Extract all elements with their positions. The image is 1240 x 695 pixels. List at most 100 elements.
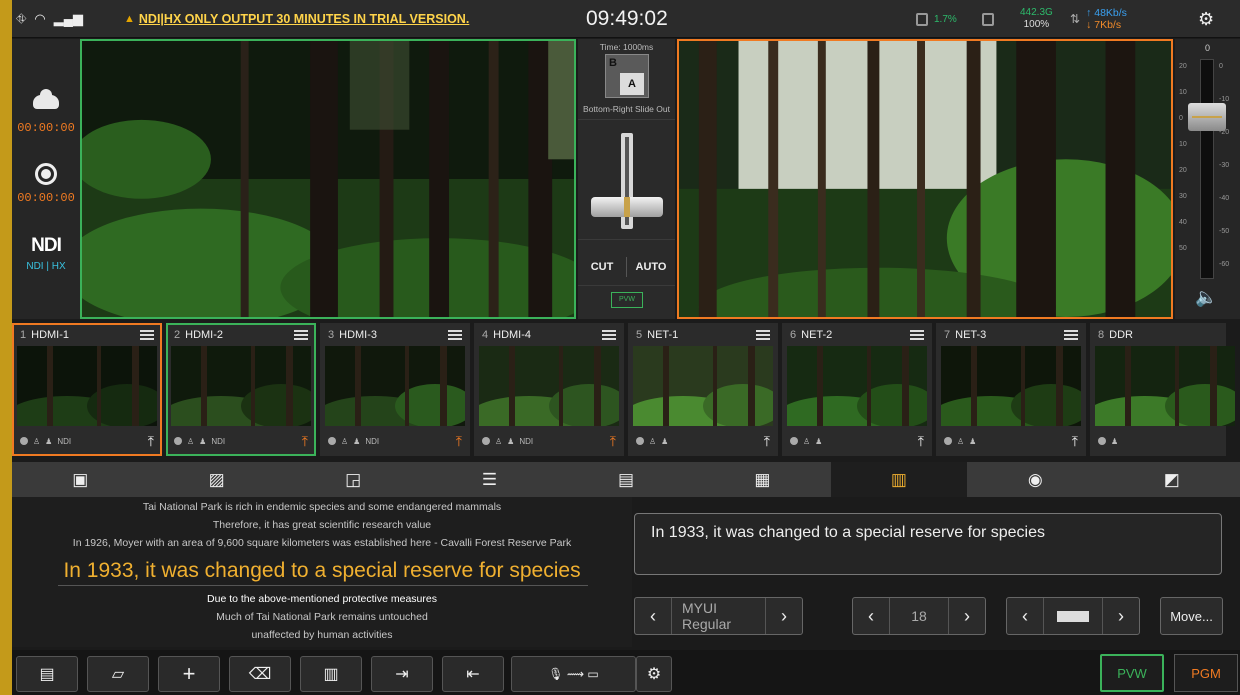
subtitle-line[interactable]: Tai National Park is rich in endemic spe… [12, 501, 632, 513]
settings-gear-icon[interactable]: ⚙ [1198, 0, 1214, 38]
ndi-logo[interactable]: NDI [12, 235, 80, 257]
font-prev-button[interactable]: ‹ [635, 598, 671, 634]
add-button[interactable]: + [158, 656, 220, 692]
stream-button[interactable] [12, 89, 80, 109]
subtitle-line[interactable]: Due to the above-mentioned protective me… [12, 593, 632, 605]
trial-warning[interactable]: ▲ NDI|HX ONLY OUTPUT 30 MINUTES IN TRIAL… [124, 0, 469, 38]
tab-scene[interactable]: ◩ [1104, 462, 1240, 497]
ndi-tag: NDI [211, 436, 226, 446]
subtitle-line[interactable]: In 1926, Moyer with an area of 9,600 squ… [12, 537, 632, 549]
cut-button[interactable]: CUT [578, 261, 626, 273]
speech-settings-button[interactable]: ⚙ [636, 656, 672, 692]
indent-left-button[interactable]: ⇤ [442, 656, 504, 692]
audio-fader-knob[interactable] [1188, 103, 1226, 131]
upload-icon[interactable]: ⤒ [918, 433, 924, 450]
source-tile-net-2[interactable]: 6 NET-2 ♙ ♟ ⤒ [782, 323, 932, 456]
trash-icon: ▥ [323, 666, 339, 683]
menu-icon[interactable] [756, 329, 770, 340]
delete-button[interactable]: ▥ [300, 656, 362, 692]
indent-right-icon: ⇥ [395, 666, 409, 683]
tab-calendar[interactable]: ▦ [694, 462, 830, 497]
pgm-button[interactable]: PGM [1174, 654, 1238, 692]
upload-icon[interactable]: ⤒ [302, 433, 308, 450]
save-button[interactable]: ▤ [16, 656, 78, 692]
transition-panel: Time: 1000ms B A Bottom-Right Slide Out … [578, 39, 675, 319]
source-tile-net-1[interactable]: 5 NET-1 ♙ ♟ ⤒ [628, 323, 778, 456]
source-tile-hdmi-4[interactable]: 4 HDMI-4 ♙ ♟ NDI ⤒ [474, 323, 624, 456]
tab-pip[interactable]: ◲ [285, 462, 421, 497]
source-tile-hdmi-1[interactable]: 1 HDMI-1 ♙ ♟ NDI ⤒ [12, 323, 162, 456]
person-icon: ♟ [353, 436, 361, 446]
preview-monitor[interactable] [80, 39, 576, 319]
pvw-button[interactable]: PVW [1100, 654, 1164, 692]
subtitle-editor[interactable]: In 1933, it was changed to a special res… [634, 513, 1222, 575]
source-tile-hdmi-3[interactable]: 3 HDMI-3 ♙ ♟ NDI ⤒ [320, 323, 470, 456]
tab-image[interactable]: ▣ [12, 462, 148, 497]
pvw-mini-indicator[interactable]: PVW [611, 292, 643, 308]
open-button[interactable]: ▱ [87, 656, 149, 692]
tab-image-edit[interactable]: ▨ [148, 462, 284, 497]
menu-icon[interactable] [910, 329, 924, 340]
preview-video [82, 41, 574, 317]
audio-level-value: 0 [1204, 43, 1210, 53]
tab-mixer[interactable]: ☰ [421, 462, 557, 497]
source-tile-hdmi-2[interactable]: 2 HDMI-2 ♙ ♟ NDI ⤒ [166, 323, 316, 456]
color-swatch [1057, 610, 1089, 622]
t-bar[interactable] [591, 133, 663, 229]
subtitle-line[interactable]: Much of Tai National Park remains untouc… [12, 611, 632, 623]
program-video [679, 41, 1171, 317]
source-name: HDMI-3 [339, 328, 378, 341]
upload-icon[interactable]: ⤒ [456, 433, 462, 450]
person-icon: ♟ [969, 436, 977, 446]
bell-icon: ▲ [124, 13, 135, 25]
color-next-button[interactable]: › [1103, 598, 1139, 634]
tab-subtitle[interactable]: ▥ [830, 462, 968, 497]
menu-icon[interactable] [140, 329, 154, 340]
source-name: DDR [1109, 328, 1133, 341]
record-button[interactable] [12, 163, 80, 185]
subtitle-line[interactable]: Therefore, it has great scientific resea… [12, 519, 632, 531]
save-icon: ▤ [39, 666, 55, 683]
speaker-icon[interactable]: 🔈 [1195, 287, 1217, 308]
subtitle-line[interactable]: unaffected by human activities [12, 629, 632, 641]
indent-right-button[interactable]: ⇥ [371, 656, 433, 692]
menu-icon[interactable] [294, 329, 308, 340]
font-next-button[interactable]: › [766, 598, 802, 634]
upload-icon[interactable]: ⤒ [764, 433, 770, 450]
menu-icon[interactable] [1064, 329, 1078, 340]
backspace-button[interactable]: ⌫ [229, 656, 291, 692]
person-icon: ♟ [507, 436, 515, 446]
tab-overlay[interactable]: ◉ [967, 462, 1103, 497]
source-tile-net-3[interactable]: 7 NET-3 ♙ ♟ ⤒ [936, 323, 1086, 456]
upload-icon[interactable]: ⤒ [1072, 433, 1078, 450]
upload-icon[interactable]: ⤒ [610, 433, 616, 450]
font-name: MYUI Regular [671, 598, 766, 634]
record-dot-icon [174, 437, 182, 445]
record-dot-icon [790, 437, 798, 445]
size-selector: ‹ 18 › [852, 597, 986, 635]
auto-button[interactable]: AUTO [627, 261, 675, 273]
speech-to-text-button[interactable]: 🎙 ⟿ ▭ [511, 656, 636, 692]
mic-icon: ♙ [649, 436, 657, 446]
move-button[interactable]: Move... [1160, 597, 1223, 635]
record-icon [35, 163, 57, 185]
ndi-tag: NDI [519, 436, 534, 446]
source-tile-ddr[interactable]: 8 DDR ♟ [1090, 323, 1235, 456]
size-next-button[interactable]: › [949, 598, 985, 634]
subtitle-line-current[interactable]: In 1933, it was changed to a special res… [12, 559, 632, 583]
folder-icon: ▤ [617, 469, 634, 489]
size-prev-button[interactable]: ‹ [853, 598, 889, 634]
t-bar-handle[interactable] [591, 197, 663, 217]
subtitle-list[interactable]: Tai National Park is rich in endemic spe… [12, 497, 632, 647]
color-prev-button[interactable]: ‹ [1007, 598, 1043, 634]
source-thumbnail [325, 346, 465, 426]
tab-folder[interactable]: ▤ [558, 462, 694, 497]
record-dot-icon [20, 437, 28, 445]
menu-icon[interactable] [448, 329, 462, 340]
menu-icon[interactable] [602, 329, 616, 340]
pip-icon: ◲ [345, 469, 362, 489]
upload-icon[interactable]: ⤒ [148, 433, 154, 450]
program-monitor[interactable] [677, 39, 1173, 319]
transition-effect-icon[interactable]: B A [605, 54, 649, 98]
clock: 09:49:02 [586, 7, 668, 30]
